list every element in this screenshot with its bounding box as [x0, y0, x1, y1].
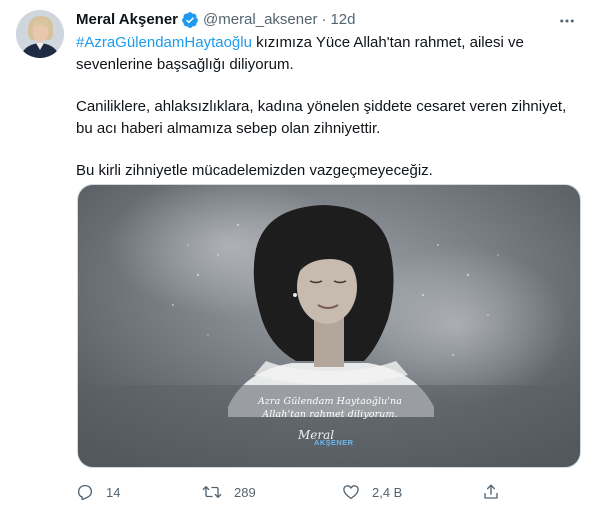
hashtag-link[interactable]: #AzraGülendamHaytaoğlu [76, 34, 252, 51]
heart-icon [343, 485, 359, 500]
retweet-icon [202, 486, 222, 498]
tweet-paragraph-3: Bu kirli zihniyetle mücadelemizden vazge… [76, 162, 433, 179]
like-button[interactable]: 2,4 B [342, 482, 402, 502]
share-button[interactable] [482, 482, 500, 502]
verified-badge-icon [181, 11, 199, 29]
avatar-image [16, 10, 64, 58]
reply-count: 14 [106, 484, 121, 500]
tweet-text: #AzraGülendamHaytaoğlu kızımıza Yüce All… [76, 32, 576, 182]
author-handle[interactable]: @meral_aksener [203, 10, 317, 30]
share-icon [484, 484, 498, 499]
author-name[interactable]: Meral Akşener [76, 10, 178, 30]
tweet-paragraph-2: Caniliklere, ahlaksızlıklara, kadına yön… [76, 98, 567, 137]
image-caption-line-2: Allah'tan rahmet diliyorum. [262, 409, 398, 420]
tweet-paragraph-1: #AzraGülendamHaytaoğlu kızımıza Yüce All… [76, 32, 576, 76]
tweet-header: Meral Akşener @meral_aksener · 12d [76, 10, 582, 30]
like-count: 2,4 B [372, 484, 403, 500]
tweet-image[interactable]: Azra Gülendam Haytaoğlu'na Allah'tan rah… [77, 184, 581, 468]
tweet-body: Meral Akşener @meral_aksener · 12d #Azra… [76, 10, 582, 182]
separator-dot: · [321, 11, 327, 28]
tweet[interactable]: Meral Akşener @meral_aksener · 12d #Azra… [0, 0, 592, 506]
retweet-count: 289 [234, 484, 256, 500]
reply-button[interactable]: 14 [76, 482, 120, 502]
signature-brand: AKŞENER [314, 438, 354, 447]
retweet-button[interactable]: 289 [202, 482, 256, 502]
avatar[interactable] [16, 10, 64, 58]
tweet-actions: 14 289 2,4 B [76, 482, 516, 502]
image-caption-line-1: Azra Gülendam Haytaoğlu'na [257, 396, 403, 407]
memorial-photo [78, 185, 580, 467]
reply-icon [77, 484, 93, 501]
tweet-age[interactable]: 12d [330, 10, 355, 30]
signature-logo: Meral AKŞENER [296, 428, 366, 454]
